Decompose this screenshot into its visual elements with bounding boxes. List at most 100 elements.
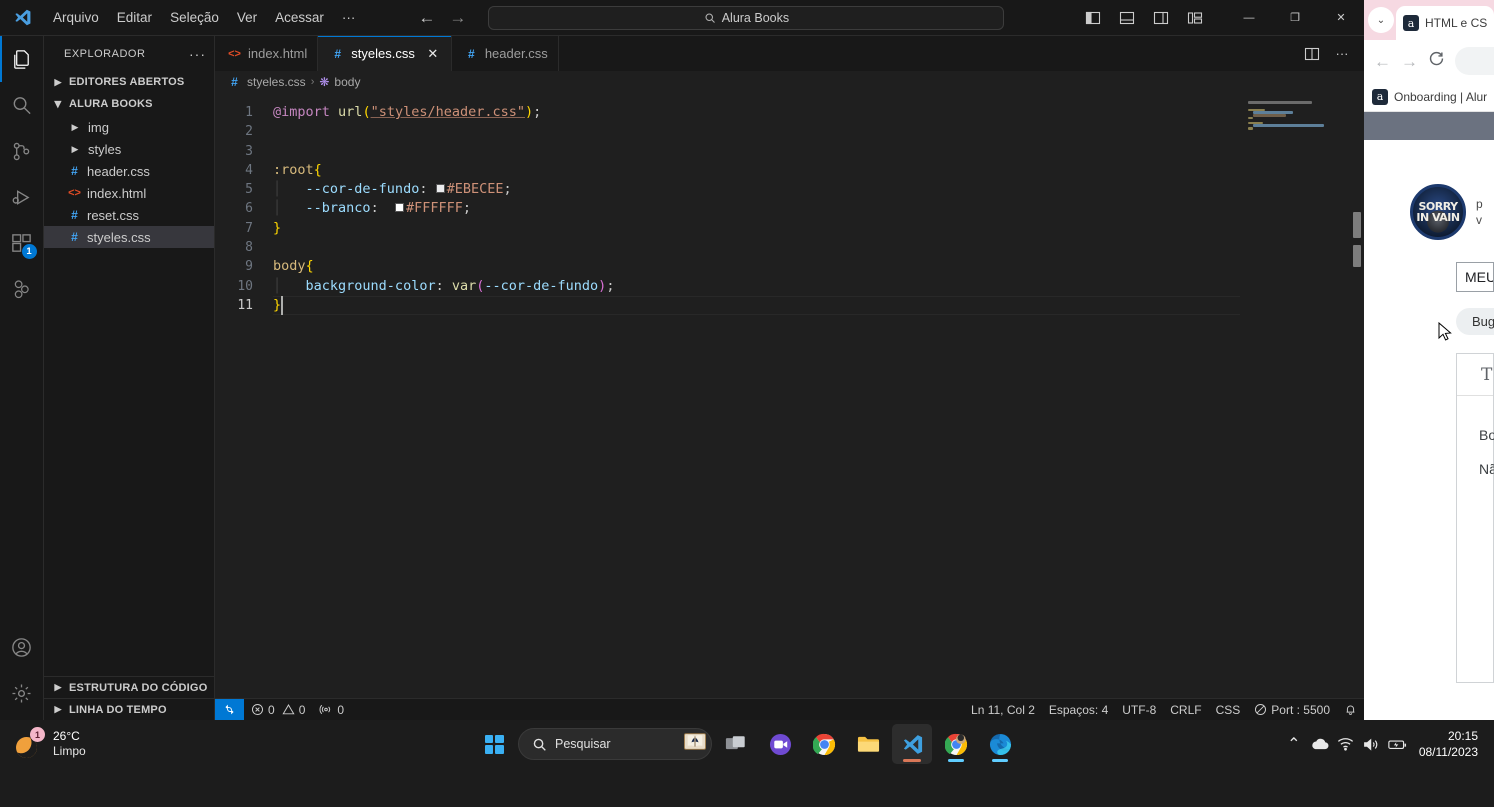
taskbar-edge[interactable]: [980, 724, 1020, 764]
chrome-address-bar[interactable]: [1455, 47, 1494, 75]
tab-header-css[interactable]: # header.css: [451, 36, 559, 71]
chrome-back-icon[interactable]: ←: [1374, 53, 1391, 70]
breadcrumb-file[interactable]: styeles.css: [247, 75, 306, 89]
rich-text-editor[interactable]: T B Boa no Não es: [1456, 353, 1494, 683]
taskbar-task-view[interactable]: [716, 724, 756, 764]
code-line-10: │ background-color: var(--cor-de-fundo);: [273, 277, 615, 294]
tree-item-label: styeles.css: [87, 229, 151, 245]
editor-scrollbar[interactable]: [1350, 93, 1364, 698]
bookmark-label[interactable]: Onboarding | Alur: [1394, 90, 1487, 104]
ports-status[interactable]: 0: [312, 699, 351, 721]
maximize-button[interactable]: ❐: [1272, 0, 1318, 36]
menu-editar[interactable]: Editar: [108, 6, 161, 29]
tree-item-header-css[interactable]: # header.css: [44, 160, 214, 182]
line-number: 5: [245, 182, 253, 198]
activity-run-debug[interactable]: [0, 174, 44, 220]
notifications-button[interactable]: [1337, 699, 1364, 721]
post-title-input[interactable]: MEU HAM: [1456, 262, 1494, 292]
section-open-editors: ▶ EDITORES ABERTOS: [44, 71, 214, 93]
chrome-tab[interactable]: a HTML e CS: [1396, 6, 1494, 40]
activity-search[interactable]: [0, 82, 44, 128]
tree-item-styeles-css[interactable]: # styeles.css: [44, 226, 214, 248]
tree-item-reset-css[interactable]: # reset.css: [44, 204, 214, 226]
forward-arrow-icon[interactable]: →: [449, 9, 466, 26]
sidebar-footer: ▶ ESTRUTURA DO CÓDIGO ▶ LINHA DO TEMPO: [44, 676, 214, 720]
battery-icon[interactable]: [1385, 724, 1411, 764]
weather-widget[interactable]: 1 26°C Limpo: [0, 727, 86, 762]
taskbar-vscode[interactable]: [892, 724, 932, 764]
activity-source-control[interactable]: [0, 128, 44, 174]
avatar[interactable]: SORRY IN VAIN: [1410, 184, 1466, 240]
line-number: 6: [245, 201, 253, 217]
start-button[interactable]: [474, 724, 514, 764]
section-alura-books-header[interactable]: ▶ ALURA BOOKS: [44, 93, 214, 115]
tab-styeles-css[interactable]: # styeles.css ✕: [318, 36, 452, 71]
minimize-button[interactable]: —: [1226, 0, 1272, 36]
speaker-icon[interactable]: [1359, 724, 1385, 764]
minimap[interactable]: [1240, 93, 1350, 698]
explorer-more-icon[interactable]: ···: [189, 46, 206, 62]
taskbar-chrome-profile[interactable]: [936, 724, 976, 764]
tag-bug[interactable]: Bug: [1456, 308, 1494, 335]
taskbar-search[interactable]: Pesquisar: [518, 728, 712, 760]
toggle-panel-button[interactable]: [1110, 0, 1144, 36]
menu-arquivo[interactable]: Arquivo: [44, 6, 108, 29]
chrome-forward-icon[interactable]: →: [1401, 53, 1418, 70]
toggle-primary-sidebar-button[interactable]: [1076, 0, 1110, 36]
eol-status[interactable]: CRLF: [1163, 699, 1208, 721]
close-button[interactable]: ✕: [1318, 0, 1364, 36]
tree-item-styles[interactable]: ▶ styles: [44, 138, 214, 160]
menu-selecao[interactable]: Seleção: [161, 6, 228, 29]
chrome-reload-icon[interactable]: [1428, 50, 1445, 72]
breadcrumb-symbol[interactable]: body: [334, 75, 360, 89]
code-content[interactable]: @import url("styles/header.css"); :root{…: [273, 93, 1240, 698]
editor-more-icon[interactable]: ···: [1328, 36, 1356, 71]
toggle-secondary-sidebar-button[interactable]: [1144, 0, 1178, 36]
taskbar-chrome[interactable]: [804, 724, 844, 764]
editor-body[interactable]: Boa no Não es: [1457, 396, 1494, 486]
tray-expand-chevron-up-icon[interactable]: ⌃: [1281, 724, 1307, 764]
wifi-icon[interactable]: [1333, 724, 1359, 764]
language-status[interactable]: CSS: [1209, 699, 1248, 721]
remote-window-button[interactable]: [215, 698, 244, 721]
menu-acessar[interactable]: Acessar: [266, 6, 333, 29]
tab-close-icon[interactable]: ✕: [425, 46, 441, 62]
problems-status[interactable]: 0 0: [244, 699, 312, 721]
menu-more[interactable]: ···: [333, 6, 365, 29]
tab-index-html[interactable]: <> index.html: [215, 36, 319, 71]
activity-accounts[interactable]: [0, 624, 44, 670]
vscode-icon: [903, 734, 922, 754]
color-swatch-cor-de-fundo: [435, 183, 445, 193]
activity-bar-bottom: [0, 624, 44, 720]
tree-item-index-html[interactable]: <> index.html: [44, 182, 214, 204]
clock[interactable]: 20:15 08/11/2023: [1411, 728, 1484, 760]
split-editor-button[interactable]: [1298, 36, 1326, 71]
text-style-icon[interactable]: T: [1481, 365, 1492, 385]
section-open-editors-header[interactable]: ▶ EDITORES ABERTOS: [44, 71, 214, 93]
activity-figma[interactable]: [0, 266, 44, 312]
indentation-status[interactable]: Espaços: 4: [1042, 699, 1115, 721]
customize-layout-button[interactable]: [1178, 0, 1212, 36]
taskbar-meet[interactable]: [760, 724, 800, 764]
quick-open-input[interactable]: Alura Books: [488, 5, 1005, 30]
onedrive-cloud-icon[interactable]: [1307, 724, 1333, 764]
activity-settings[interactable]: [0, 670, 44, 716]
line-number: 9: [245, 259, 253, 275]
chrome-page-content: SORRY IN VAIN p v MEU HAM Bug T: [1364, 112, 1494, 702]
code-editor[interactable]: 1 2 3 4 5 6 7 8 9 10 11 @import url("sty…: [215, 93, 1364, 698]
back-arrow-icon[interactable]: ←: [418, 9, 435, 26]
book-icon[interactable]: [684, 733, 706, 755]
section-timeline[interactable]: ▶ LINHA DO TEMPO: [44, 698, 214, 720]
taskbar-file-explorer[interactable]: [848, 724, 888, 764]
live-server-status[interactable]: Port : 5500: [1247, 699, 1337, 721]
encoding-status[interactable]: UTF-8: [1115, 699, 1163, 721]
activity-extensions[interactable]: 1: [0, 220, 44, 266]
activity-explorer[interactable]: [0, 36, 44, 82]
menu-ver[interactable]: Ver: [228, 6, 266, 29]
tab-search-chevron-down-icon[interactable]: ⌄: [1368, 7, 1394, 33]
tree-item-img[interactable]: ▶ img: [44, 116, 214, 138]
cursor-position[interactable]: Ln 11, Col 2: [964, 699, 1042, 721]
section-code-structure[interactable]: ▶ ESTRUTURA DO CÓDIGO: [44, 676, 214, 698]
